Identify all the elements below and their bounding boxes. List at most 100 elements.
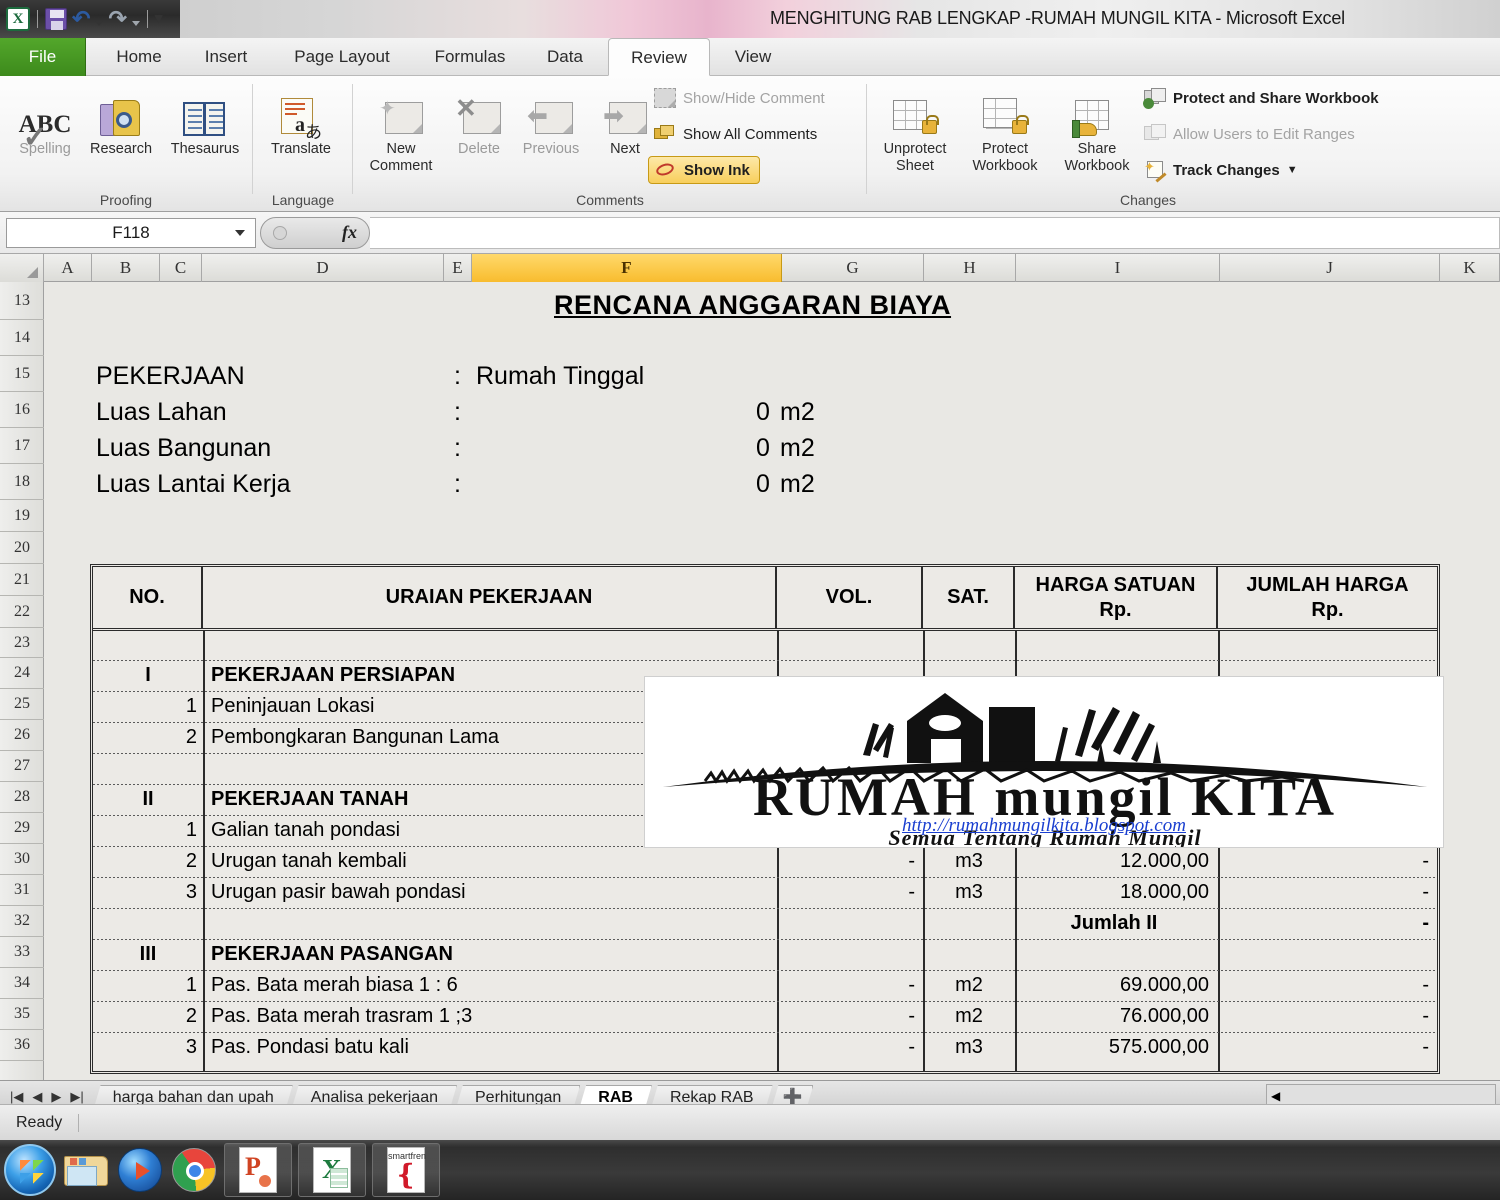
unprotect-sheet-button[interactable]: Unprotect Sheet bbox=[872, 84, 958, 175]
insert-function-icon[interactable]: fx bbox=[342, 222, 357, 243]
row-header-30[interactable]: 30 bbox=[0, 844, 44, 875]
windows-explorer-icon[interactable] bbox=[62, 1146, 110, 1194]
smartfren-icon[interactable]: smartfren ❴ bbox=[372, 1143, 440, 1197]
table-row[interactable]: 3 Urugan pasir bawah pondasi - m3 18.000… bbox=[93, 878, 1437, 909]
tab-file[interactable]: File bbox=[0, 38, 86, 76]
save-icon[interactable] bbox=[45, 8, 67, 30]
column-header-k[interactable]: K bbox=[1440, 254, 1500, 282]
row-header-32[interactable]: 32 bbox=[0, 906, 44, 937]
redo-icon: ↷ bbox=[108, 6, 127, 31]
start-button[interactable] bbox=[4, 1144, 56, 1196]
tab-view[interactable]: View bbox=[718, 38, 788, 76]
name-box-value: F118 bbox=[112, 222, 150, 242]
tab-data[interactable]: Data bbox=[530, 38, 600, 76]
show-all-comments-item[interactable]: Show All Comments bbox=[654, 124, 817, 144]
row-header-22[interactable]: 22 bbox=[0, 596, 44, 628]
cancel-entry-icon[interactable] bbox=[273, 225, 287, 240]
row-header-29[interactable]: 29 bbox=[0, 813, 44, 844]
row-header-24[interactable]: 24 bbox=[0, 658, 44, 689]
chrome-icon[interactable] bbox=[170, 1146, 218, 1194]
row-header-25[interactable]: 25 bbox=[0, 689, 44, 720]
table-row[interactable]: 2 Urugan tanah kembali - m3 12.000,00 - bbox=[93, 847, 1437, 878]
row-header-34[interactable]: 34 bbox=[0, 968, 44, 999]
translate-button[interactable]: aあ Translate bbox=[258, 84, 344, 158]
row-header-31[interactable]: 31 bbox=[0, 875, 44, 906]
spelling-button[interactable]: ABC ✓ Spelling bbox=[2, 84, 88, 158]
row-header-20[interactable]: 20 bbox=[0, 532, 44, 564]
row-header-33[interactable]: 33 bbox=[0, 937, 44, 968]
row-header-36[interactable]: 36 bbox=[0, 1030, 44, 1061]
cell-harga: 76.000,00 bbox=[1120, 1005, 1209, 1027]
changes-group-label: Changes bbox=[1119, 192, 1177, 208]
powerpoint-icon[interactable]: P bbox=[224, 1143, 292, 1197]
excel-icon[interactable]: X bbox=[298, 1143, 366, 1197]
row-header-17[interactable]: 17 bbox=[0, 428, 44, 464]
cell-jumlah: - bbox=[1422, 850, 1429, 872]
new-comment-button[interactable]: ✦ New Comment bbox=[358, 84, 444, 175]
formula-input[interactable] bbox=[370, 216, 1500, 249]
tab-insert[interactable]: Insert bbox=[186, 38, 266, 76]
next-sheet-icon[interactable]: ▶ bbox=[51, 1089, 61, 1105]
share-workbook-button[interactable]: Share Workbook bbox=[1054, 84, 1140, 175]
info-unit-luas-lantai-kerja: m2 bbox=[780, 470, 815, 498]
track-changes-dropdown-icon[interactable]: ▼ bbox=[1287, 164, 1298, 176]
column-header-a[interactable]: A bbox=[44, 254, 92, 282]
row-header-35[interactable]: 35 bbox=[0, 999, 44, 1030]
table-row[interactable]: Jumlah II - bbox=[93, 909, 1437, 940]
cell-no: 1 bbox=[185, 819, 197, 841]
tab-home[interactable]: Home bbox=[96, 38, 182, 76]
row-header-23[interactable]: 23 bbox=[0, 628, 44, 658]
tab-review[interactable]: Review bbox=[608, 38, 710, 76]
name-box[interactable]: F118 bbox=[6, 217, 256, 248]
row-header-16[interactable]: 16 bbox=[0, 392, 44, 428]
column-header-c[interactable]: C bbox=[160, 254, 202, 282]
customize-qat-icon[interactable]: ▾ bbox=[155, 11, 163, 26]
undo-dropdown-icon[interactable] bbox=[95, 21, 104, 26]
column-header-h[interactable]: H bbox=[924, 254, 1016, 282]
research-button[interactable]: Research bbox=[78, 84, 164, 158]
thesaurus-button[interactable]: Thesaurus bbox=[162, 84, 248, 158]
row-header-19[interactable]: 19 bbox=[0, 500, 44, 532]
cell-total-value: - bbox=[1422, 912, 1429, 934]
row-header-13[interactable]: 13 bbox=[0, 282, 44, 320]
row-header-26[interactable]: 26 bbox=[0, 720, 44, 751]
first-sheet-icon[interactable]: |◀ bbox=[10, 1089, 23, 1105]
table-row[interactable] bbox=[93, 631, 1437, 661]
show-ink-button[interactable]: Show Ink bbox=[648, 156, 760, 184]
column-header-i[interactable]: I bbox=[1016, 254, 1220, 282]
protect-share-workbook-item[interactable]: Protect and Share Workbook bbox=[1143, 88, 1379, 109]
thesaurus-label: Thesaurus bbox=[170, 141, 240, 157]
tab-formulas[interactable]: Formulas bbox=[418, 38, 522, 76]
column-header-f[interactable]: F bbox=[472, 254, 782, 282]
row-header-21[interactable]: 21 bbox=[0, 564, 44, 596]
scroll-left-icon[interactable]: ◀ bbox=[1267, 1089, 1280, 1103]
row-header-28[interactable]: 28 bbox=[0, 782, 44, 813]
column-header-e[interactable]: E bbox=[444, 254, 472, 282]
prev-sheet-icon[interactable]: ◀ bbox=[32, 1089, 42, 1105]
column-header-b[interactable]: B bbox=[92, 254, 160, 282]
table-row[interactable]: III PEKERJAAN PASANGAN bbox=[93, 940, 1437, 971]
rumah-mungil-kita-logo[interactable]: RUMAH mungil KITA Semua Tentang Rumah Mu… bbox=[644, 676, 1444, 848]
excel-logo-icon[interactable]: X bbox=[6, 7, 30, 31]
row-header-18[interactable]: 18 bbox=[0, 464, 44, 500]
row-header-14[interactable]: 14 bbox=[0, 320, 44, 356]
table-row[interactable]: 1 Pas. Bata merah biasa 1 : 6 - m2 69.00… bbox=[93, 971, 1437, 1002]
name-box-dropdown-icon[interactable] bbox=[235, 229, 245, 236]
protect-workbook-button[interactable]: Protect Workbook bbox=[962, 84, 1048, 175]
tab-page-layout[interactable]: Page Layout bbox=[272, 38, 412, 76]
last-sheet-icon[interactable]: ▶| bbox=[70, 1089, 83, 1105]
undo-icon[interactable]: ↶ bbox=[72, 8, 90, 30]
table-row[interactable]: 2 Pas. Bata merah trasram 1 ;3 - m2 76.0… bbox=[93, 1002, 1437, 1033]
column-header-g[interactable]: G bbox=[782, 254, 924, 282]
column-header-d[interactable]: D bbox=[202, 254, 444, 282]
column-header-j[interactable]: J bbox=[1220, 254, 1440, 282]
row-header-15[interactable]: 15 bbox=[0, 356, 44, 392]
row-header-27[interactable]: 27 bbox=[0, 751, 44, 782]
track-changes-item[interactable]: ✦ Track Changes ▼ bbox=[1144, 159, 1298, 183]
info-sep-luas-lahan: : bbox=[454, 398, 461, 426]
media-player-icon[interactable] bbox=[116, 1146, 164, 1194]
select-all-corner[interactable] bbox=[0, 254, 44, 282]
table-row[interactable]: 3 Pas. Pondasi batu kali - m3 575.000,00… bbox=[93, 1033, 1437, 1064]
logo-url-link[interactable]: http://rumahmungilkita.blogspot.com bbox=[645, 815, 1443, 837]
show-hide-comment-item[interactable]: Show/Hide Comment bbox=[654, 88, 825, 108]
